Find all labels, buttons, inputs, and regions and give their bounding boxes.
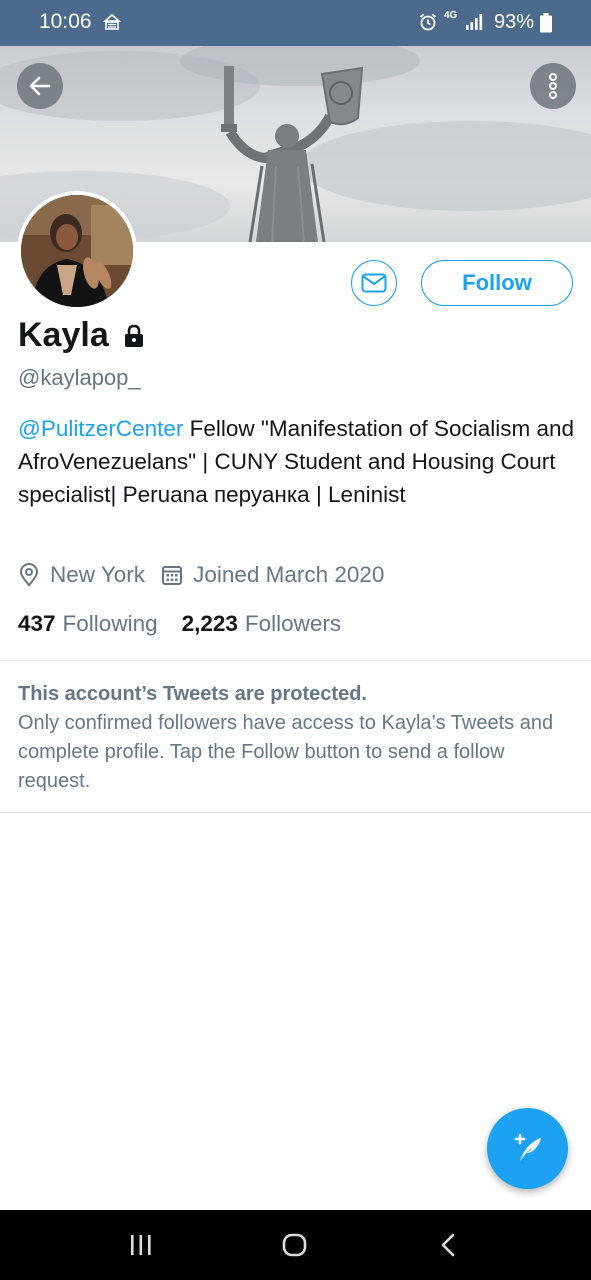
alarm-icon xyxy=(418,12,438,37)
map-pin-icon xyxy=(18,563,50,587)
followers-link[interactable]: 2,223 Followers xyxy=(182,611,342,637)
following-count: 437 xyxy=(18,611,56,636)
profile-handle: @kaylapop_ xyxy=(18,365,141,390)
protected-title: This account’s Tweets are protected. xyxy=(18,683,367,705)
profile-bio: @PulitzerCenter Fellow "Manifestation of… xyxy=(18,412,578,511)
avatar-image xyxy=(21,195,133,307)
follow-button[interactable]: Follow xyxy=(421,260,573,306)
message-button[interactable] xyxy=(351,260,397,306)
profile-name-row: Kayla xyxy=(18,316,147,355)
bio-mention-link[interactable]: @PulitzerCenter xyxy=(18,416,183,441)
joined-text: Joined March 2020 xyxy=(193,562,385,587)
battery-level: 93% xyxy=(494,11,535,33)
home-button[interactable] xyxy=(281,1232,309,1263)
following-label: Following xyxy=(62,611,158,636)
arrow-left-icon xyxy=(27,73,53,99)
follow-counts: 437 Following 2,223 Followers xyxy=(18,611,365,637)
more-options-button[interactable] xyxy=(530,63,576,109)
followers-count: 2,223 xyxy=(181,611,238,636)
envelope-icon xyxy=(361,273,387,293)
system-navigation-bar xyxy=(0,1210,591,1280)
recent-apps-button[interactable] xyxy=(129,1232,153,1263)
divider xyxy=(0,660,591,661)
network-type-icon: 4G xyxy=(444,10,458,21)
battery-icon xyxy=(540,13,552,38)
lock-icon xyxy=(121,323,147,349)
avatar[interactable] xyxy=(17,191,137,311)
joined-item: Joined March 2020 xyxy=(161,562,384,588)
calendar-icon xyxy=(161,564,193,586)
divider xyxy=(0,812,591,813)
back-button[interactable] xyxy=(17,63,63,109)
status-bar: 10:06 4G 93% xyxy=(0,0,591,46)
profile-meta: New York Joined March 2020 xyxy=(18,562,384,588)
system-back-button[interactable] xyxy=(438,1232,458,1263)
compose-tweet-button[interactable] xyxy=(487,1108,568,1189)
compose-tweet-icon xyxy=(510,1131,546,1167)
notification-icon xyxy=(102,12,122,37)
more-vertical-icon xyxy=(546,72,560,100)
followers-label: Followers xyxy=(244,611,342,636)
protected-body: Only confirmed followers have access to … xyxy=(18,712,554,792)
protected-notice: This account’s Tweets are protected. Onl… xyxy=(18,680,578,796)
signal-icon xyxy=(464,12,484,37)
profile-name: Kayla xyxy=(18,316,109,354)
location-text: New York xyxy=(50,562,146,587)
location-item: New York xyxy=(18,562,145,588)
status-time: 10:06 xyxy=(39,10,92,33)
following-link[interactable]: 437 Following xyxy=(18,611,158,637)
